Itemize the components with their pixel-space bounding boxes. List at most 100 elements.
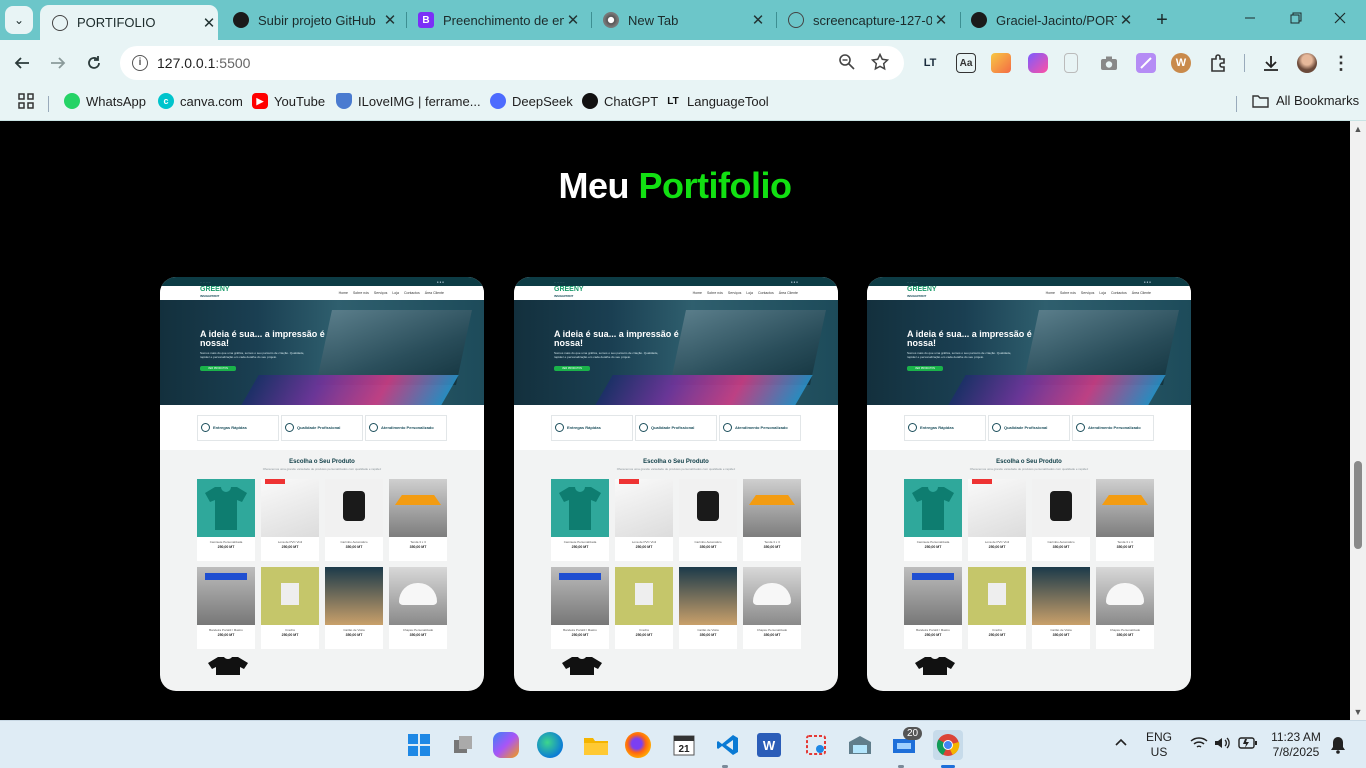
close-icon[interactable]: ✕ xyxy=(1117,11,1135,29)
browser-toolbar: i 127.0.0.1:5500 LT Aa W ⋮ xyxy=(0,40,1366,86)
word-icon[interactable]: W xyxy=(757,733,781,757)
edge-icon[interactable] xyxy=(537,732,563,758)
bookmark-whatsapp[interactable]: WhatsApp xyxy=(64,93,146,109)
url-text[interactable]: 127.0.0.1:5500 xyxy=(157,55,250,71)
flag-image xyxy=(197,567,255,625)
tab-screencapture[interactable]: screencapture-127-0 ✕ xyxy=(788,6,950,34)
wifi-icon[interactable] xyxy=(1190,736,1208,753)
product-price: 250,00 MT xyxy=(217,545,235,549)
close-icon[interactable]: ✕ xyxy=(381,11,399,29)
new-tab-button[interactable]: + xyxy=(1142,6,1182,34)
back-button[interactable] xyxy=(8,50,36,76)
server-app-icon[interactable]: 20 xyxy=(889,727,923,760)
snipping-tool-icon[interactable] xyxy=(801,730,831,760)
vscode-icon[interactable] xyxy=(713,730,743,760)
mockup-hero-button: VER PRODUTOS xyxy=(907,366,943,371)
mockup-feature: Entregas Rápidas xyxy=(904,414,986,441)
bookmark-chatgpt[interactable]: ChatGPT xyxy=(582,93,658,109)
downloads-button[interactable] xyxy=(1261,53,1281,73)
site-info-icon[interactable]: i xyxy=(132,55,148,71)
forward-button[interactable] xyxy=(44,50,72,76)
product-price: 250,00 MT xyxy=(217,633,235,637)
tab-subir-projeto[interactable]: Subir projeto GitHub ✕ xyxy=(233,6,399,34)
mockup-product: Camisete Personalizada 250,00 MT xyxy=(551,479,609,561)
tab-search-button[interactable]: ⌄ xyxy=(5,6,33,34)
minimize-button[interactable] xyxy=(1230,6,1270,34)
remote-desktop-icon[interactable] xyxy=(845,730,875,760)
task-view-icon[interactable] xyxy=(449,730,479,760)
mockup-section-sub: Oferecemos uma grande variedade de produ… xyxy=(262,467,382,471)
product-name: Cartão de Visita xyxy=(343,628,365,632)
mockup-menu: Home Sobre nós Serviços Loja Contactos Á… xyxy=(1046,291,1151,295)
language-indicator[interactable]: ENG US xyxy=(1146,730,1172,760)
product-name: Carimbo Automático xyxy=(1047,540,1075,544)
bookmark-deepseek[interactable]: DeepSeek xyxy=(490,93,573,109)
notification-bell-icon[interactable] xyxy=(1330,736,1346,757)
bookmark-iloveimg[interactable]: ILoveIMG | ferrame... xyxy=(336,93,481,109)
mockup-product: Tenda 3 x 3 350,00 MT xyxy=(389,479,447,561)
languagetool-ext-icon[interactable]: LT xyxy=(920,53,940,73)
address-bar[interactable]: i 127.0.0.1:5500 xyxy=(120,46,904,80)
business-card-image xyxy=(1032,567,1090,625)
mockup-logo-main: GREENY xyxy=(200,286,230,293)
close-icon[interactable]: ✕ xyxy=(200,14,218,32)
chatgpt-icon xyxy=(233,12,249,28)
volume-icon[interactable] xyxy=(1214,736,1232,753)
cap-image xyxy=(389,567,447,625)
product-price: 250,00 MT xyxy=(988,545,1006,549)
highlighter-ext-icon[interactable] xyxy=(991,53,1011,73)
close-icon[interactable]: ✕ xyxy=(564,11,582,29)
tab-preenchimento[interactable]: B Preenchimento de em ✕ xyxy=(418,6,582,34)
magnifier-icon xyxy=(839,54,855,70)
zoom-icon[interactable] xyxy=(838,53,856,76)
mockup-product: Bandeira Portátil / Mastro 250,00 MT xyxy=(551,567,609,649)
tab-portifolio[interactable]: PORTIFOLIO ✕ xyxy=(40,5,218,40)
portfolio-card-3[interactable]: ·· ·· ·· ·· ● ● ● GREENY INSIGHPRINT Home … xyxy=(867,277,1191,691)
close-icon[interactable]: ✕ xyxy=(932,11,950,29)
reload-button[interactable] xyxy=(80,50,108,76)
mockup-product: Bandeira Portátil / Mastro 250,00 MT xyxy=(197,567,255,649)
wordpress-ext-icon[interactable]: W xyxy=(1171,53,1191,73)
mockup-hero: A ideia é sua... a impressão é nossa! So… xyxy=(867,300,1191,405)
mockup-logo: GREENY INSIGHPRINT xyxy=(554,286,584,300)
portfolio-card-2[interactable]: ·· ·· ·· ·· ● ● ● GREENY INSIGHPRINT Home … xyxy=(514,277,838,691)
profile-avatar[interactable] xyxy=(1297,53,1317,73)
bookmark-youtube[interactable]: ▶ YouTube xyxy=(252,93,325,109)
mockup-navbar: GREENY INSIGHPRINT Home Sobre nós Serviço… xyxy=(514,286,838,300)
blank-ext-icon[interactable] xyxy=(1064,53,1078,73)
file-explorer-icon[interactable] xyxy=(581,730,611,760)
battery-icon[interactable] xyxy=(1238,737,1258,752)
mockup-logo-sub: INSIGHPRINT xyxy=(907,294,927,298)
all-bookmarks-button[interactable]: All Bookmarks xyxy=(1252,93,1359,108)
scroll-up-arrow-icon[interactable]: ▲ xyxy=(1353,124,1363,134)
camera-ext-icon[interactable] xyxy=(1099,53,1119,73)
tab-github[interactable]: Graciel-Jacinto/PORT ✕ xyxy=(971,6,1135,34)
product-name: Bandeira Portátil / Mastro xyxy=(209,628,243,632)
close-icon[interactable]: ✕ xyxy=(749,11,767,29)
color-picker-ext-icon[interactable] xyxy=(1136,53,1156,73)
apps-grid-button[interactable] xyxy=(18,93,34,109)
firefox-icon[interactable] xyxy=(625,732,651,758)
camera-icon xyxy=(1101,56,1117,70)
bookmark-canva[interactable]: c canva.com xyxy=(158,93,243,109)
menu-kebab-icon[interactable]: ⋮ xyxy=(1331,53,1351,73)
ai-ext-icon[interactable] xyxy=(1028,53,1048,73)
chrome-taskbar-icon[interactable] xyxy=(933,730,963,760)
mockup-menu-item: Área Cliente xyxy=(1131,291,1151,295)
dictionary-ext-icon[interactable]: Aa xyxy=(956,53,976,73)
scroll-down-arrow-icon[interactable]: ▼ xyxy=(1353,707,1363,717)
start-button[interactable] xyxy=(404,730,434,760)
copilot-icon[interactable] xyxy=(493,732,519,758)
bookmark-languagetool[interactable]: LT LanguageTool xyxy=(665,93,768,109)
close-window-button[interactable] xyxy=(1320,6,1360,34)
tray-chevron-button[interactable] xyxy=(1114,735,1128,752)
calendar-app-icon[interactable]: 21 xyxy=(669,730,699,760)
restore-button[interactable] xyxy=(1276,6,1316,34)
clock[interactable]: 11:23 AM 7/8/2025 xyxy=(1266,730,1326,760)
portfolio-card-1[interactable]: ·· ·· ·· ·· ● ● ● GREENY INSIGHPRINT Home … xyxy=(160,277,484,691)
tab-new-tab[interactable]: New Tab ✕ xyxy=(603,6,767,34)
page-scrollbar[interactable]: ▲ ▼ xyxy=(1350,121,1366,720)
extensions-puzzle-icon[interactable] xyxy=(1208,53,1228,73)
scrollbar-thumb[interactable] xyxy=(1354,461,1362,549)
bookmark-star-icon[interactable] xyxy=(870,52,890,76)
